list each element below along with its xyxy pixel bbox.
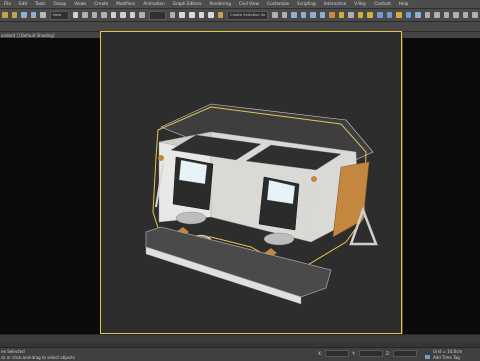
layer-explorer-icon[interactable] xyxy=(291,12,297,18)
y-label: Y: xyxy=(352,351,356,356)
left-panel xyxy=(0,38,100,334)
x-label: X: xyxy=(318,351,323,356)
prompt-line-text: ck or click-and-drag to select objects xyxy=(1,355,75,360)
render-iterative-icon[interactable] xyxy=(367,12,373,18)
menu-group[interactable]: Group xyxy=(49,0,70,8)
main-toolbar: View Create Selection Se xyxy=(0,9,480,22)
grid-size-text: Grid = 10,0cm xyxy=(433,349,463,354)
menu-edit[interactable]: Edit xyxy=(15,0,31,8)
menu-customize[interactable]: Customize xyxy=(263,0,293,8)
toggle-ribbon-icon[interactable] xyxy=(300,12,307,18)
mirror-icon[interactable] xyxy=(272,12,278,18)
named-selection-set-dropdown[interactable]: Create Selection Se xyxy=(227,10,269,20)
right-steam-knob xyxy=(311,176,317,182)
vray-scene-converter-icon[interactable] xyxy=(462,12,469,18)
menu-animation[interactable]: Animation xyxy=(139,0,168,8)
x-coordinate-field[interactable] xyxy=(325,350,349,357)
pivot-point-icon[interactable] xyxy=(169,12,176,18)
snaps-toggle-icon[interactable] xyxy=(179,12,185,18)
right-panel xyxy=(403,38,480,334)
rectangular-selection-icon[interactable] xyxy=(91,12,98,18)
menu-create[interactable]: Create xyxy=(90,0,112,8)
menu-rendering[interactable]: Rendering xyxy=(206,0,235,8)
left-steam-knob xyxy=(158,155,164,161)
reference-coordinate-dropdown[interactable] xyxy=(148,10,166,20)
schematic-view-icon[interactable] xyxy=(319,12,326,18)
menu-help[interactable]: Help xyxy=(395,0,413,8)
vray-render-icon[interactable] xyxy=(377,12,383,18)
add-time-tag-button[interactable]: Add Time Tag xyxy=(433,355,460,360)
menu-interactive[interactable]: Interactive xyxy=(320,0,351,8)
select-object-icon[interactable] xyxy=(72,12,79,18)
menu-bar: File Edit Tools Group Views Create Modif… xyxy=(0,0,480,9)
menu-tools[interactable]: Tools xyxy=(31,0,49,8)
left-group-head xyxy=(175,211,207,225)
selection-filter-dropdown[interactable]: View xyxy=(49,10,69,20)
render-production-icon[interactable] xyxy=(357,12,364,18)
vray-fur-icon[interactable] xyxy=(443,12,450,18)
menu-content[interactable]: Content xyxy=(370,0,395,8)
menu-vray[interactable]: V-Ray xyxy=(350,0,370,8)
select-by-name-icon[interactable] xyxy=(82,12,88,18)
edit-named-selection-icon[interactable] xyxy=(217,12,224,18)
vray-sphere-icon[interactable] xyxy=(424,12,431,18)
menu-modifiers[interactable]: Modifiers xyxy=(112,0,139,8)
percent-snap-icon[interactable] xyxy=(198,12,205,18)
undo-icon[interactable] xyxy=(2,12,8,18)
vray-settings-icon[interactable] xyxy=(472,12,478,18)
placement-icon[interactable] xyxy=(139,12,145,18)
menu-file[interactable]: File xyxy=(0,0,15,8)
time-tag-icon xyxy=(425,355,430,359)
y-coordinate-field[interactable] xyxy=(359,350,383,357)
window-crossing-icon[interactable] xyxy=(101,12,107,18)
z-label: Z: xyxy=(386,351,391,356)
vray-proxy-icon[interactable] xyxy=(415,12,421,18)
coffee-machine-model xyxy=(145,103,378,305)
link-icon[interactable] xyxy=(21,12,27,18)
vray-material-icon[interactable] xyxy=(453,12,459,18)
align-icon[interactable] xyxy=(281,12,288,18)
curve-editor-icon[interactable] xyxy=(310,12,316,18)
rotate-icon[interactable] xyxy=(120,12,126,18)
rendered-frame-window-icon[interactable] xyxy=(348,12,354,18)
vray-plane-icon[interactable] xyxy=(434,12,440,18)
vray-frame-buffer-icon[interactable] xyxy=(386,12,393,18)
scale-icon[interactable] xyxy=(129,12,136,18)
selection-count-text: ne Selected xyxy=(1,349,25,354)
z-coordinate-field[interactable] xyxy=(393,350,417,357)
vray-light-icon[interactable] xyxy=(396,12,402,18)
redo-icon[interactable] xyxy=(11,12,18,18)
right-group-head xyxy=(263,232,295,246)
move-icon[interactable] xyxy=(110,12,117,18)
spinner-snap-icon[interactable] xyxy=(208,12,214,18)
perspective-viewport[interactable] xyxy=(100,31,402,334)
bind-spacewarp-icon[interactable] xyxy=(40,12,46,18)
menu-views[interactable]: Views xyxy=(70,0,90,8)
angle-snap-icon[interactable] xyxy=(188,12,195,18)
material-editor-icon[interactable] xyxy=(329,12,335,18)
menu-scripting[interactable]: Scripting xyxy=(293,0,320,8)
menu-civil-view[interactable]: Civil View xyxy=(235,0,263,8)
vray-camera-icon[interactable] xyxy=(405,12,412,18)
unlink-icon[interactable] xyxy=(30,12,37,18)
menu-graph-editors[interactable]: Graph Editors xyxy=(169,0,206,8)
render-setup-icon[interactable] xyxy=(338,12,345,18)
status-bar: ne Selected ck or click-and-drag to sele… xyxy=(0,347,480,361)
